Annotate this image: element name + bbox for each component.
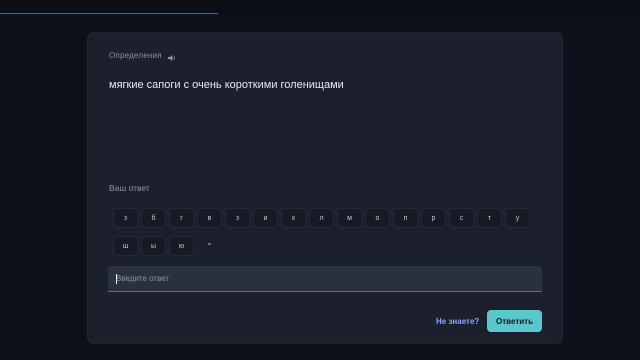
key-б[interactable]: б <box>141 208 166 228</box>
definition-text: мягкие сапоги с очень короткими голенища… <box>109 79 344 91</box>
key-р[interactable]: р <box>421 208 446 228</box>
key-ш[interactable]: ш <box>113 236 138 256</box>
speaker-icon[interactable] <box>167 50 177 61</box>
keyboard-row-2: ш ы ю ⌃ <box>113 236 222 256</box>
key-о[interactable]: о <box>365 208 390 228</box>
key-л[interactable]: л <box>309 208 334 228</box>
keyboard-row-1: збгвзиклмопрсту <box>113 208 530 228</box>
key-и[interactable]: и <box>253 208 278 228</box>
key-г[interactable]: г <box>169 208 194 228</box>
key-к[interactable]: к <box>281 208 306 228</box>
key-с[interactable]: с <box>449 208 474 228</box>
key-ы[interactable]: ы <box>141 236 166 256</box>
key-у[interactable]: у <box>505 208 530 228</box>
dont-know-link[interactable]: Не знаете? <box>436 317 479 326</box>
quiz-page: Определения мягкие сапоги с очень коротк… <box>0 0 640 360</box>
key-т[interactable]: т <box>477 208 502 228</box>
key-з[interactable]: з <box>225 208 250 228</box>
term-label: Определения <box>109 50 162 60</box>
key-п[interactable]: п <box>393 208 418 228</box>
key-м[interactable]: м <box>337 208 362 228</box>
shift-key-icon[interactable]: ⌃ <box>197 236 222 256</box>
key-з[interactable]: з <box>113 208 138 228</box>
key-в[interactable]: в <box>197 208 222 228</box>
progress-bar <box>0 13 218 14</box>
progress-track <box>0 0 640 14</box>
key-ю[interactable]: ю <box>169 236 194 256</box>
term-header: Определения <box>109 50 177 61</box>
question-card: Определения мягкие сапоги с очень коротк… <box>88 33 562 343</box>
answer-input[interactable] <box>108 266 542 292</box>
submit-button[interactable]: Ответить <box>487 310 542 332</box>
text-caret <box>116 274 117 284</box>
answer-label: Ваш ответ <box>109 183 150 193</box>
